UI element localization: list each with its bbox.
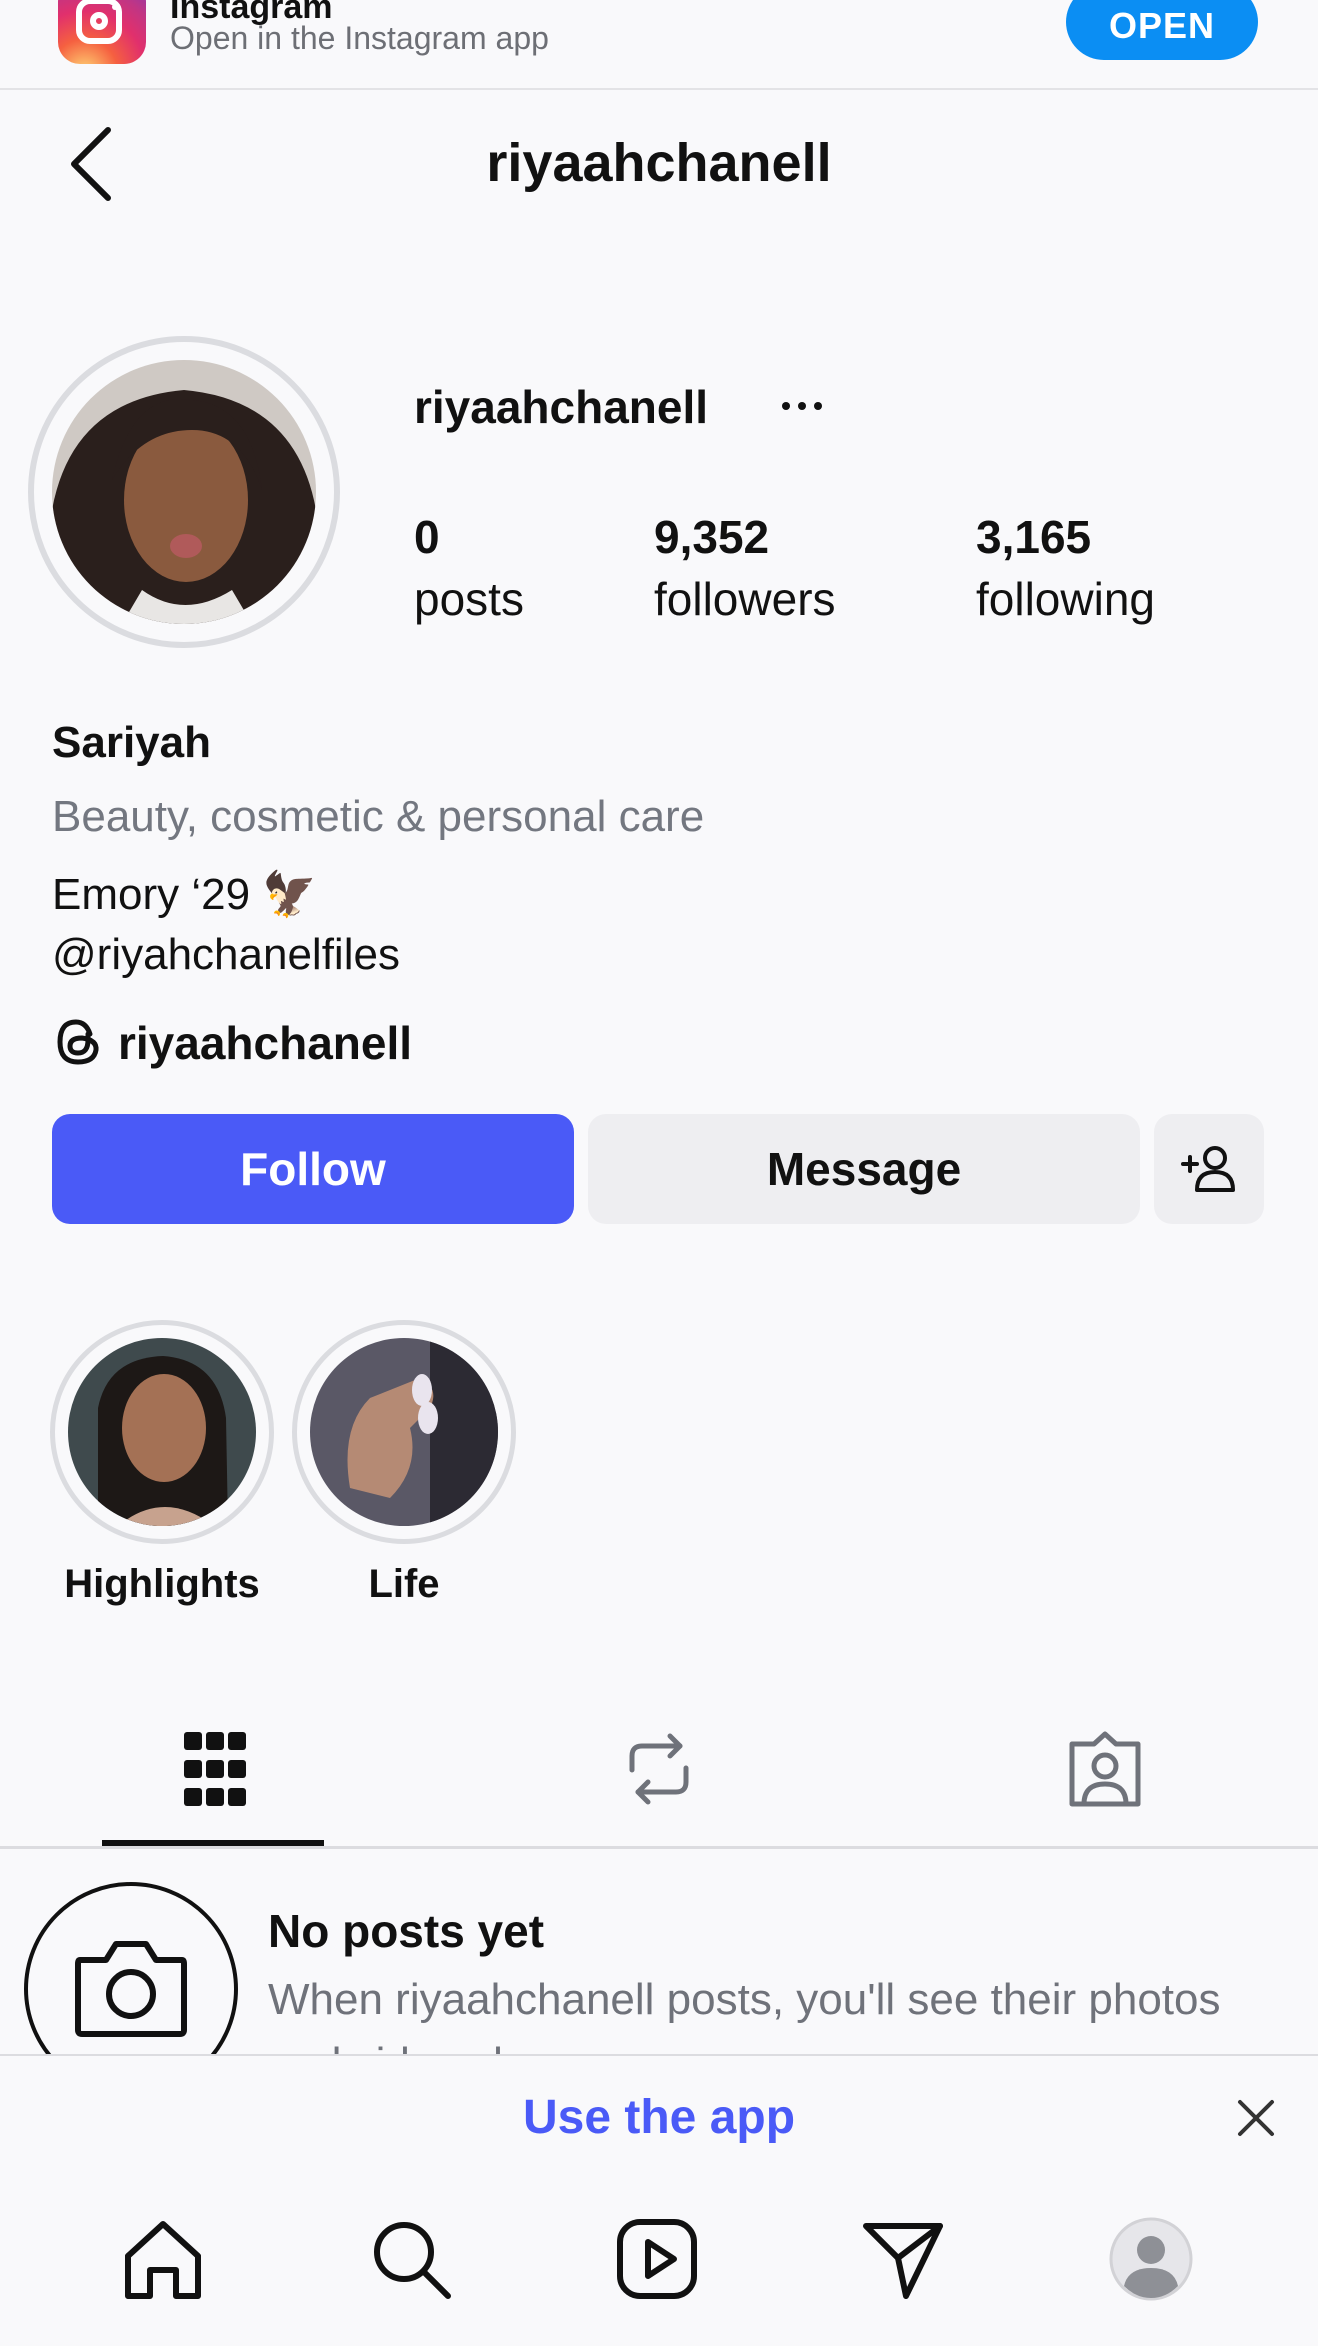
following-count[interactable]: 3,165 bbox=[976, 510, 1091, 564]
bio-line: Emory ‘29 🦅 bbox=[52, 870, 318, 919]
instagram-logo-icon bbox=[58, 0, 146, 64]
grid-icon[interactable] bbox=[170, 1726, 260, 1812]
message-button[interactable]: Message bbox=[588, 1114, 1140, 1224]
bio-mention-link[interactable]: @riyahchanelfiles bbox=[52, 930, 400, 980]
open-app-button[interactable]: OPEN bbox=[1066, 0, 1258, 60]
empty-state-title: No posts yet bbox=[268, 1905, 545, 1957]
reels-icon[interactable] bbox=[612, 2214, 702, 2304]
threads-link[interactable]: riyaahchanell bbox=[118, 1016, 412, 1070]
direct-messages-icon[interactable] bbox=[858, 2214, 948, 2304]
posts-label: posts bbox=[414, 573, 524, 625]
camera-icon bbox=[75, 1941, 187, 2037]
tagged-icon[interactable] bbox=[1060, 1726, 1150, 1812]
tabs-divider bbox=[0, 1846, 1318, 1849]
home-icon[interactable] bbox=[118, 2214, 208, 2304]
avatar[interactable] bbox=[52, 360, 316, 624]
follow-button[interactable]: Follow bbox=[52, 1114, 574, 1224]
search-icon[interactable] bbox=[366, 2214, 456, 2304]
add-person-icon bbox=[1181, 1146, 1235, 1192]
highlight-label: Life bbox=[368, 1562, 440, 1606]
profile-username: riyaahchanell bbox=[414, 381, 709, 433]
followers-label[interactable]: followers bbox=[654, 572, 836, 626]
page-title: riyaahchanell bbox=[486, 133, 832, 193]
threads-icon[interactable] bbox=[52, 1016, 104, 1068]
posts-count: 0 bbox=[414, 511, 440, 563]
followers-count[interactable]: 9,352 bbox=[654, 510, 769, 564]
profile-name: Sariyah bbox=[52, 718, 211, 767]
reposts-icon[interactable] bbox=[614, 1726, 704, 1812]
profile-category: Beauty, cosmetic & personal care bbox=[52, 792, 705, 841]
following-label[interactable]: following bbox=[976, 572, 1155, 626]
highlight-label: Highlights bbox=[64, 1562, 260, 1606]
highlight-cover-image[interactable] bbox=[310, 1338, 498, 1526]
use-app-link[interactable]: Use the app bbox=[0, 2090, 1318, 2145]
profile-avatar-icon[interactable] bbox=[1106, 2214, 1196, 2304]
highlight-cover-image[interactable] bbox=[68, 1338, 256, 1526]
close-icon[interactable] bbox=[1232, 2094, 1280, 2142]
banner-subtitle: Open in the Instagram app bbox=[170, 20, 549, 56]
more-options-icon[interactable] bbox=[780, 394, 824, 418]
suggested-accounts-button[interactable] bbox=[1154, 1114, 1264, 1224]
